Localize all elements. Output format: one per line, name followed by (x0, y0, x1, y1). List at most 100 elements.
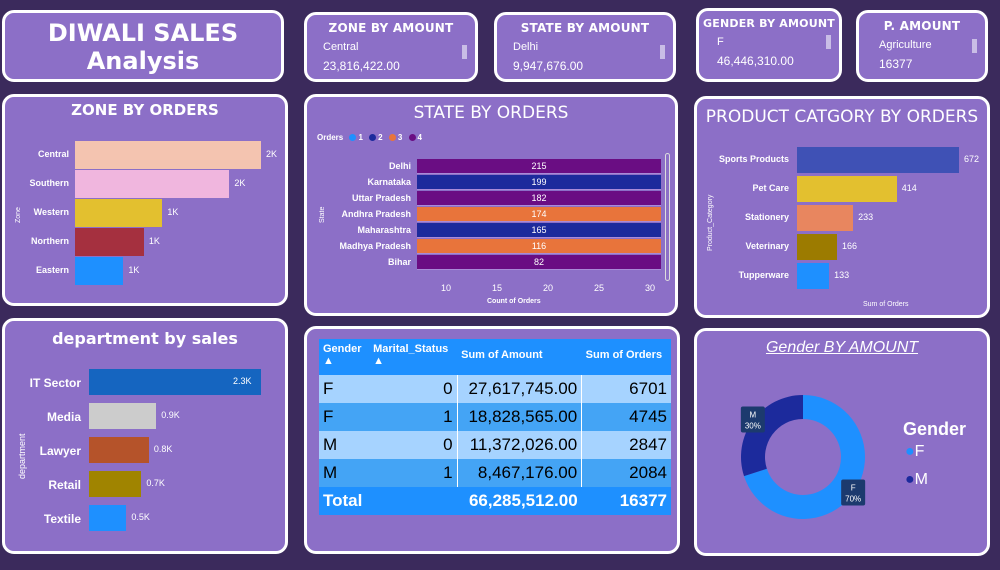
x-axis-title: Count of Orders (487, 298, 541, 305)
bar[interactable] (75, 141, 261, 169)
state-by-orders-chart[interactable]: STATE BY ORDERS Orders 1 2 3 4 State Del… (304, 94, 678, 316)
slice-data-label: F 70% (841, 479, 866, 506)
data-label: 2.3K (233, 376, 252, 386)
donut-chart: F 70% M 30% (740, 395, 866, 519)
zone-by-orders-chart[interactable]: ZONE BY ORDERS Zone Central 2K Southern 2K W… (2, 94, 288, 306)
data-label: 414 (901, 183, 917, 193)
bar[interactable] (75, 199, 163, 227)
bar[interactable] (89, 437, 149, 463)
table-row[interactable]: F 1 18,828,565.00 4745 (319, 403, 671, 431)
bar[interactable] (797, 176, 897, 202)
table-cell: F (319, 403, 370, 431)
product-category-by-orders-chart[interactable]: PRODUCT CATGORY BY ORDERS Product_Catego… (694, 96, 990, 318)
chart-title: Gender BY AMOUNT (765, 339, 919, 356)
bar[interactable] (797, 147, 959, 173)
data-label: 1K (167, 207, 179, 217)
bar[interactable] (797, 263, 830, 289)
chart-title: PRODUCT CATGORY BY ORDERS (705, 107, 979, 127)
kpi-subtitle: Central (323, 41, 359, 53)
x-tick-label: 30 (645, 283, 656, 293)
bar[interactable] (797, 205, 854, 231)
table-row[interactable]: M 1 8,467,176.00 2084 (319, 459, 671, 487)
data-label: 0.8K (153, 444, 173, 454)
data-label: 0.5K (131, 512, 150, 522)
bar[interactable] (75, 257, 124, 285)
legend-title: Orders (317, 133, 344, 142)
category-label: Textile (43, 512, 81, 526)
table-cell: 11,372,026.00 (456, 431, 582, 459)
title-card: DIWALI SALES Analysis (2, 10, 284, 82)
legend-dot (408, 134, 416, 142)
x-tick-label: 20 (543, 283, 554, 293)
legend-label: 2 (378, 133, 383, 142)
department-by-sales-chart[interactable]: department by sales department IT Sector… (2, 318, 288, 554)
data-label: 2K (234, 178, 246, 188)
kpi-title: STATE BY AMOUNT (520, 21, 650, 35)
table-cell: 1 (369, 403, 458, 431)
column-header[interactable]: Gender ▲ (319, 339, 370, 375)
category-label: IT Sector (29, 376, 81, 390)
data-label: 2K (266, 149, 278, 159)
chart-title: department by sales (52, 329, 238, 348)
slice-category: M (750, 411, 757, 420)
legend-item-m[interactable]: ●M (905, 471, 928, 489)
legend-dot (388, 134, 396, 142)
bar[interactable] (89, 403, 157, 429)
category-label: Lawyer (39, 444, 81, 458)
kpi-zone-by-amount[interactable]: ZONE BY AMOUNT Central 23,816,422.00 (304, 12, 478, 82)
data-label: 174 (531, 209, 547, 219)
kpi-state-by-amount[interactable]: STATE BY AMOUNT Delhi 9,947,676.00 (494, 12, 676, 82)
table-cell: 2847 (581, 431, 671, 459)
table-cell: 18,828,565.00 (456, 403, 582, 431)
data-label: 133 (834, 270, 850, 280)
data-label: 199 (531, 177, 547, 187)
legend-item-f[interactable]: ●F (905, 443, 924, 461)
table-cell: 27,617,745.00 (456, 375, 582, 403)
bar[interactable] (89, 471, 142, 497)
column-header[interactable]: Marital_Status ▲ (369, 339, 458, 375)
scrollbar[interactable] (660, 45, 665, 59)
data-label: 82 (533, 257, 544, 267)
kpi-subtitle: Agriculture (879, 39, 932, 51)
bar[interactable] (89, 505, 127, 531)
kpi-gender-by-amount[interactable]: GENDER BY AMOUNT F 46,446,310.00 (696, 8, 842, 82)
scrollbar[interactable] (826, 35, 831, 49)
category-label: Bihar (387, 257, 411, 267)
category-label: Northern (31, 236, 69, 246)
category-label: Southern (29, 178, 70, 188)
data-table: Gender ▲ Marital_Status ▲ Sum of Amount Su… (319, 339, 671, 515)
category-label: Delhi (388, 161, 411, 171)
category-label: Veterinary (745, 241, 789, 251)
chart-legend: Orders 1 2 3 4 (317, 133, 422, 142)
bar[interactable] (75, 228, 144, 256)
slice-percent: 30% (745, 422, 761, 431)
table-row[interactable]: M 0 11,372,026.00 2847 (319, 431, 671, 459)
scrollbar[interactable] (972, 39, 977, 53)
bar[interactable] (797, 234, 838, 260)
scrollbar[interactable] (665, 153, 670, 281)
data-label: 116 (531, 241, 547, 251)
scrollbar[interactable] (462, 45, 467, 59)
data-label: 0.7K (146, 478, 165, 488)
gender-by-amount-chart[interactable]: Gender BY AMOUNT F 70% M 30% Gender ●F ●M (694, 328, 990, 556)
total-amount: 66,285,512.00 (457, 487, 582, 515)
kpi-value: 16377 (879, 57, 913, 71)
column-header[interactable]: Sum of Amount (457, 339, 582, 375)
table-cell: F (319, 375, 370, 403)
category-label: Pet Care (752, 183, 789, 193)
table-row[interactable]: F 0 27,617,745.00 6701 (319, 375, 671, 403)
legend-dot: ● (905, 443, 915, 460)
dashboard-subtitle: Analysis (86, 47, 200, 75)
table-cell: 4745 (581, 403, 671, 431)
bar[interactable] (75, 170, 230, 198)
data-label: 0.9K (161, 410, 180, 420)
column-header[interactable]: Sum of Orders (581, 339, 671, 375)
kpi-p-amount[interactable]: P. AMOUNT Agriculture 16377 (856, 10, 988, 82)
data-label: 1K (128, 265, 140, 275)
data-label: 182 (531, 193, 547, 203)
gender-marital-table[interactable]: Gender ▲ Marital_Status ▲ Sum of Amount Su… (304, 326, 680, 554)
kpi-subtitle: F (717, 36, 724, 48)
category-label: Western (33, 207, 69, 217)
kpi-title: GENDER BY AMOUNT (703, 17, 835, 30)
kpi-value: 9,947,676.00 (513, 59, 584, 73)
